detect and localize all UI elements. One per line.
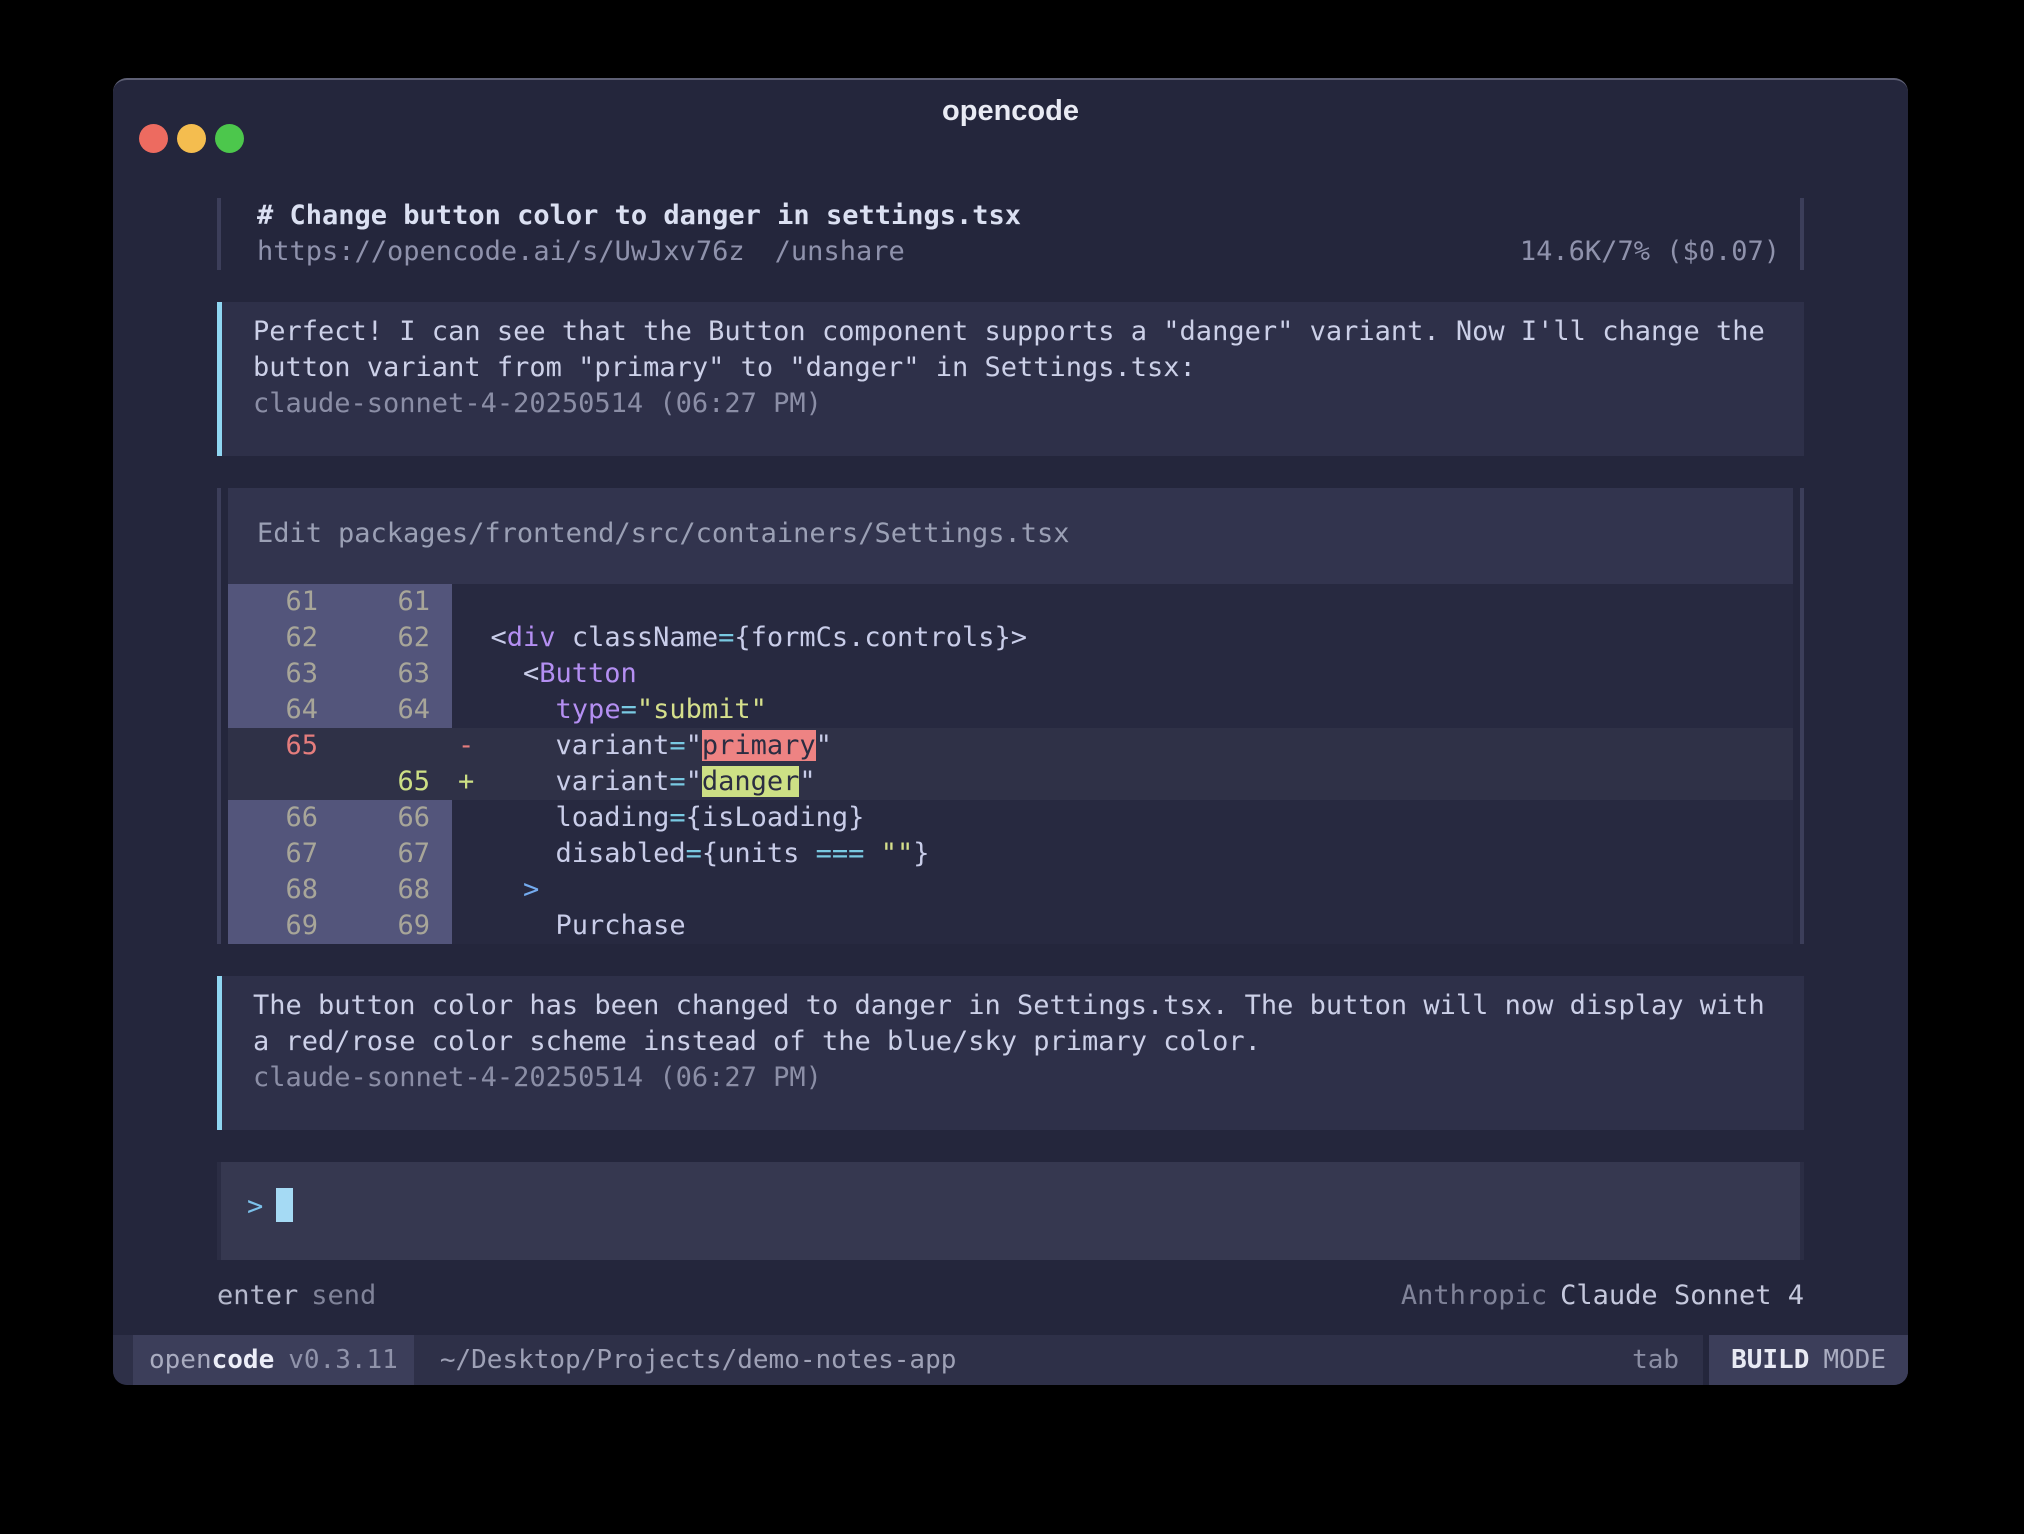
diff-code-line: <Button <box>452 656 1793 692</box>
new-line-number: 62 <box>340 620 452 656</box>
diff-row: 6767 disabled={units === ""} <box>228 836 1793 872</box>
new-line-number: 66 <box>340 800 452 836</box>
old-line-number: 63 <box>228 656 340 692</box>
diff-row: 65+ variant="danger" <box>228 764 1793 800</box>
tool-action-label: Edit <box>257 518 322 549</box>
assistant-message: Perfect! I can see that the Button compo… <box>217 302 1804 456</box>
new-line-number: 64 <box>340 692 452 728</box>
status-bar: opencode v0.3.11 ~/Desktop/Projects/demo-… <box>113 1335 1908 1385</box>
working-directory: ~/Desktop/Projects/demo-notes-app <box>440 1335 957 1385</box>
maximize-button[interactable] <box>215 124 244 153</box>
traffic-lights <box>139 124 244 153</box>
diff-row: 65 - variant="primary" <box>228 728 1793 764</box>
message-text: The button color has been changed to dan… <box>253 988 1780 1024</box>
desktop: opencode # Change button color to danger… <box>0 0 2024 1534</box>
app-name-code: code <box>212 1345 275 1375</box>
diff-row: 6363 <Button <box>228 656 1793 692</box>
old-line-number: 61 <box>228 584 340 620</box>
new-line-number: 67 <box>340 836 452 872</box>
old-line-number: 68 <box>228 872 340 908</box>
edit-tool-card: Edit packages/frontend/src/containers/Set… <box>217 488 1804 944</box>
card-right-rule <box>1800 488 1804 944</box>
new-line-number: 69 <box>340 908 452 944</box>
mode-value: BUILD <box>1731 1345 1809 1375</box>
edited-file-path: packages/frontend/src/containers/Setting… <box>338 518 1070 549</box>
prompt-symbol: > <box>247 1191 263 1222</box>
diff-code-line: > <box>452 872 1793 908</box>
diff-code-line: Purchase <box>452 908 1793 944</box>
old-line-number: 66 <box>228 800 340 836</box>
diff-row: 6666 loading={isLoading} <box>228 800 1793 836</box>
message-text: button variant from "primary" to "danger… <box>253 350 1780 386</box>
window-title: opencode <box>113 95 1908 128</box>
mode-indicator: BUILD MODE <box>1703 1335 1908 1385</box>
old-line-number <box>228 764 340 800</box>
new-line-number: 65 <box>340 764 452 800</box>
diff-code-line: + variant="danger" <box>452 764 1793 800</box>
new-line-number: 63 <box>340 656 452 692</box>
diff-code-line <box>452 584 1793 620</box>
diff-code-line: <div className={formCs.controls}> <box>452 620 1793 656</box>
enter-key-hint: enter <box>217 1280 298 1311</box>
opencode-window: opencode # Change button color to danger… <box>113 78 1908 1385</box>
old-line-number: 62 <box>228 620 340 656</box>
tab-key-hint: tab <box>1632 1335 1679 1385</box>
status-spacer <box>956 1335 1632 1385</box>
message-model-timestamp: claude-sonnet-4-20250514 (06:27 PM) <box>253 386 1780 422</box>
app-version-chip: opencode v0.3.11 <box>133 1335 414 1385</box>
new-line-number <box>340 728 452 764</box>
model-provider: Anthropic <box>1401 1280 1547 1311</box>
diff-row: 6969 Purchase <box>228 908 1793 944</box>
titlebar: opencode <box>113 80 1908 198</box>
model-name: Claude Sonnet 4 <box>1560 1280 1804 1311</box>
prompt-input-block: > <box>217 1162 1804 1260</box>
share-url[interactable]: https://opencode.ai/s/UwJxv76z <box>257 234 745 270</box>
message-text: Perfect! I can see that the Button compo… <box>253 314 1780 350</box>
new-line-number: 68 <box>340 872 452 908</box>
assistant-message: The button color has been changed to dan… <box>217 976 1804 1130</box>
old-line-number: 65 <box>228 728 340 764</box>
old-line-number: 64 <box>228 692 340 728</box>
session-view: # Change button color to danger in setti… <box>113 198 1908 1335</box>
header-left-rule <box>217 198 221 270</box>
mode-label: MODE <box>1823 1345 1886 1375</box>
diff-view: 61616262 <div className={formCs.controls… <box>228 584 1793 944</box>
diff-row: 6262 <div className={formCs.controls}> <box>228 620 1793 656</box>
minimize-button[interactable] <box>177 124 206 153</box>
card-left-rule <box>217 488 221 944</box>
session-header: # Change button color to danger in setti… <box>217 198 1804 270</box>
header-right-rule <box>1800 198 1804 270</box>
old-line-number: 69 <box>228 908 340 944</box>
text-cursor <box>276 1188 293 1222</box>
diff-code-line: - variant="primary" <box>452 728 1793 764</box>
close-button[interactable] <box>139 124 168 153</box>
diff-code-line: disabled={units === ""} <box>452 836 1793 872</box>
session-title: # Change button color to danger in setti… <box>257 198 1780 234</box>
old-line-number: 67 <box>228 836 340 872</box>
diff-code-line: type="submit" <box>452 692 1793 728</box>
message-text: a red/rose color scheme instead of the b… <box>253 1024 1780 1060</box>
header-spacer <box>905 234 1520 270</box>
diff-code-line: loading={isLoading} <box>452 800 1793 836</box>
diff-row: 6464 type="submit" <box>228 692 1793 728</box>
send-action-label: send <box>311 1280 376 1311</box>
app-name-open: open <box>149 1345 212 1375</box>
message-model-timestamp: claude-sonnet-4-20250514 (06:27 PM) <box>253 1060 1780 1096</box>
input-right-rule <box>1800 1162 1804 1260</box>
prompt-input[interactable]: > <box>221 1162 1800 1260</box>
token-usage-stats: 14.6K/7% ($0.07) <box>1520 234 1780 270</box>
diff-row: 6868 > <box>228 872 1793 908</box>
edit-file-header: Edit packages/frontend/src/containers/Set… <box>228 488 1793 584</box>
diff-row: 6161 <box>228 584 1793 620</box>
app-version: v0.3.11 <box>288 1345 398 1375</box>
hint-row: enter send Anthropic Claude Sonnet 4 <box>217 1278 1804 1314</box>
new-line-number: 61 <box>340 584 452 620</box>
unshare-command[interactable]: /unshare <box>775 234 905 270</box>
